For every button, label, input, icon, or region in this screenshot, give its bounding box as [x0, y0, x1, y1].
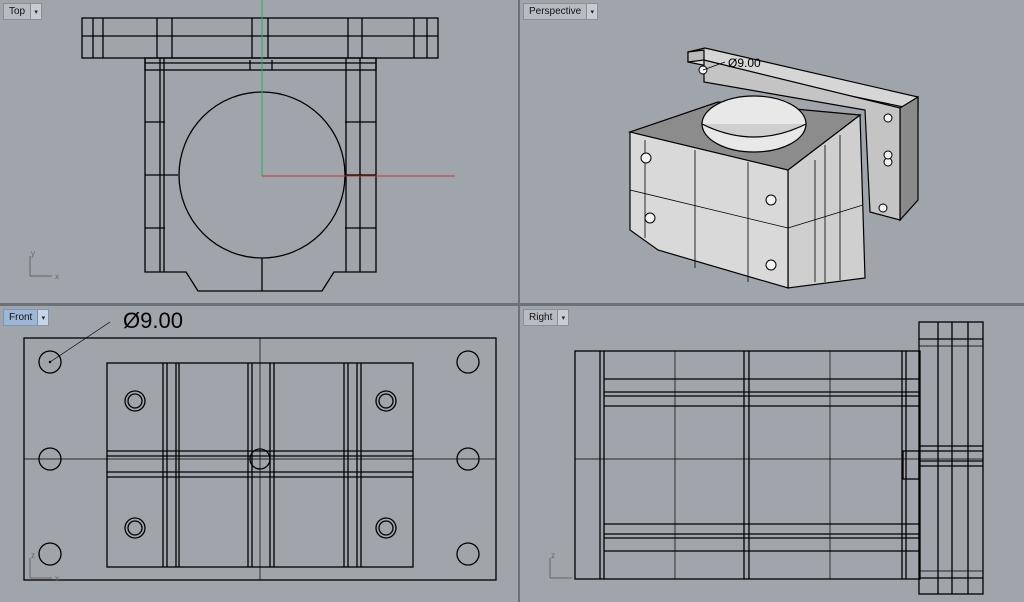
- viewport-perspective[interactable]: Ø9.00 Perspective ▾: [520, 0, 1024, 303]
- chevron-down-icon[interactable]: ▾: [557, 310, 569, 325]
- viewport-right[interactable]: z Right ▾: [520, 306, 1024, 602]
- tab-perspective-label: Perspective: [529, 6, 582, 17]
- tab-top-label: Top: [9, 6, 26, 17]
- perspective-view-drawing: Ø9.00: [627, 47, 919, 289]
- tab-front-label: Front: [9, 312, 33, 323]
- front-view-drawing: z x: [23, 321, 497, 583]
- right-view-drawing: z: [549, 321, 984, 595]
- tab-perspective[interactable]: Perspective ▾: [523, 3, 599, 20]
- top-axis-x-label: x: [55, 272, 59, 281]
- front-axis-z-label: z: [31, 551, 35, 560]
- front-axis-x-label: x: [55, 574, 59, 583]
- right-axis-z-label: z: [551, 551, 555, 560]
- front-dim-text: Ø9.00: [123, 308, 183, 333]
- perspective-dim-text: Ø9.00: [728, 56, 761, 70]
- viewport-top[interactable]: y x Top ▾: [0, 0, 518, 303]
- chevron-down-icon[interactable]: ▾: [586, 4, 598, 19]
- tab-right-label: Right: [529, 312, 553, 323]
- tab-top[interactable]: Top ▾: [3, 3, 43, 20]
- chevron-down-icon[interactable]: ▾: [37, 310, 49, 325]
- top-view-drawing: y x: [29, 0, 455, 292]
- viewport-front[interactable]: z x Ø9.00 Front ▾: [0, 306, 518, 602]
- tab-front[interactable]: Front ▾: [3, 309, 50, 326]
- chevron-down-icon[interactable]: ▾: [30, 4, 42, 19]
- top-axis-y-label: y: [31, 249, 35, 258]
- tab-right[interactable]: Right ▾: [523, 309, 570, 326]
